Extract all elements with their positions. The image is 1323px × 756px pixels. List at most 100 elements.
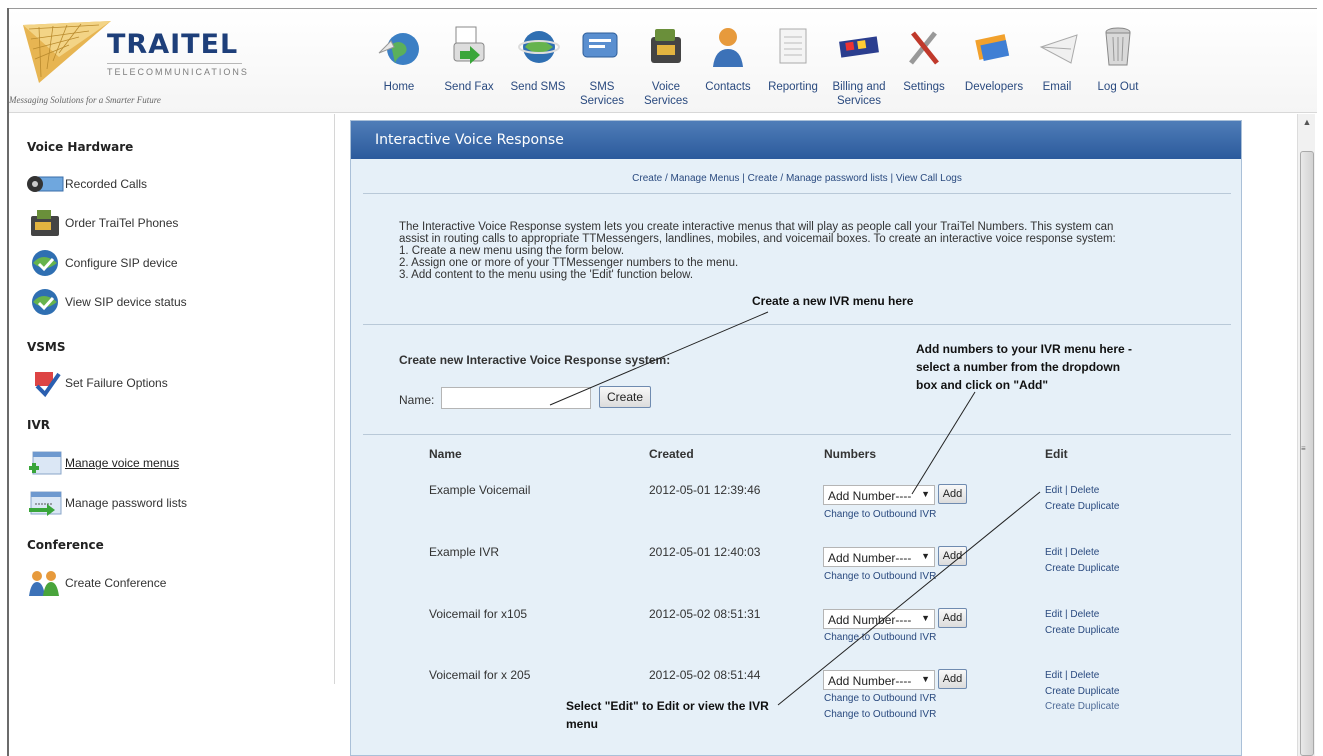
logo-name: TRAITEL [107,29,239,60]
tools-icon [909,31,939,65]
create-duplicate-link[interactable]: Create Duplicate [1045,501,1119,512]
link-create-manage-password-lists[interactable]: Create / Manage password lists [748,173,888,184]
app-header: TRAITEL TELECOMMUNICATIONS Messaging Sol… [9,9,1317,113]
edit-delete-links: Edit | Delete [1045,609,1100,620]
nav-reporting[interactable]: Reporting [765,23,821,94]
create-duplicate-link[interactable]: Create Duplicate [1045,625,1119,636]
edit-link[interactable]: Edit [1045,670,1062,681]
nav-billing[interactable]: Billing and Services [829,23,889,108]
vertical-scrollbar[interactable]: ▲ ≡ [1297,114,1315,756]
scroll-thumb[interactable] [1300,151,1314,756]
add-number-select[interactable]: Add Number---- ▼ [823,547,935,567]
add-number-select[interactable]: Add Number---- ▼ [823,670,935,690]
sidebar: Voice Hardware Recorded Calls Order Trai… [9,114,335,684]
globe-icon [378,33,419,65]
nav-send-sms[interactable]: Send SMS [507,23,569,94]
sidebar-item-order-phones[interactable]: Order TraiTel Phones [25,205,178,241]
edit-link[interactable]: Edit [1045,485,1062,496]
fax-icon [453,26,485,64]
row-created: 2012-05-02 08:51:44 [649,668,761,682]
edit-delete-links: Edit | Delete [1045,547,1100,558]
name-input[interactable] [441,387,591,409]
nav-home[interactable]: Home [377,23,421,94]
nav-sms-services[interactable]: SMS Services [577,23,627,108]
sidebar-item-manage-password-lists[interactable]: Manage password lists [25,485,187,521]
nav-send-fax[interactable]: Send Fax [437,23,501,94]
dropdown-arrow-icon: ▼ [921,613,930,623]
create-duplicate-link[interactable]: Create Duplicate [1045,563,1119,574]
sip-status-icon [32,289,58,315]
email-icon [1039,34,1078,64]
sidebar-item-configure-sip[interactable]: Configure SIP device [25,245,178,281]
developers-icon [975,34,1010,62]
nav-contacts[interactable]: Contacts [703,23,753,94]
row-name: Voicemail for x 205 [429,668,531,682]
logo-triangle-icon [23,21,111,83]
change-outbound-link[interactable]: Change to Outbound IVR [824,709,936,720]
traitel-logo[interactable]: TRAITEL TELECOMMUNICATIONS [19,17,249,97]
column-header-numbers: Numbers [824,447,877,461]
change-outbound-link[interactable]: Change to Outbound IVR [824,632,936,643]
annotation-create-menu: Create a new IVR menu here [752,294,914,308]
annotation-edit-menu: Select "Edit" to Edit or view the IVR me… [566,699,769,731]
delete-link[interactable]: Delete [1070,547,1099,558]
add-number-button[interactable]: Add [938,669,967,689]
change-outbound-link[interactable]: Change to Outbound IVR [824,693,936,704]
divider [363,434,1231,435]
password-list-icon [29,491,62,516]
scroll-up-arrow-icon[interactable]: ▲ [1298,114,1316,130]
change-outbound-link[interactable]: Change to Outbound IVR [824,571,936,582]
scroll-grip-icon: ≡ [1301,444,1306,453]
intro-text: The Interactive Voice Response system le… [399,221,1116,281]
link-create-manage-menus[interactable]: Create / Manage Menus [632,173,739,184]
sidebar-item-sip-status[interactable]: View SIP device status [25,284,187,320]
create-duplicate-link[interactable]: Create Duplicate [1045,686,1119,697]
phone-order-icon [31,210,59,236]
delete-link[interactable]: Delete [1070,609,1099,620]
sidebar-section-vsms: VSMS [27,340,66,354]
sms-services-icon [582,32,618,58]
recorded-calls-icon [27,176,64,192]
nav-settings[interactable]: Settings [899,23,949,94]
add-number-button[interactable]: Add [938,608,967,628]
nav-logout[interactable]: Log Out [1093,23,1143,94]
column-header-created: Created [649,447,694,461]
edit-delete-links: Edit | Delete [1045,670,1100,681]
row-name: Example Voicemail [429,483,531,497]
add-number-button[interactable]: Add [938,484,967,504]
conference-icon [29,571,59,596]
link-view-call-logs[interactable]: View Call Logs [896,173,962,184]
delete-link[interactable]: Delete [1070,670,1099,681]
nav-email[interactable]: Email [1037,23,1078,94]
logo-subtitle: TELECOMMUNICATIONS [107,67,249,77]
sidebar-item-manage-voice-menus[interactable]: Manage voice menus [25,445,179,481]
create-form-title: Create new Interactive Voice Response sy… [399,353,671,367]
add-number-button[interactable]: Add [938,546,967,566]
add-number-select[interactable]: Add Number---- ▼ [823,609,935,629]
panel-title: Interactive Voice Response [351,121,1241,159]
sidebar-item-failure-options[interactable]: Set Failure Options [25,365,168,401]
add-number-select[interactable]: Add Number---- ▼ [823,485,935,505]
change-outbound-link[interactable]: Change to Outbound IVR [824,509,936,520]
divider [363,193,1231,194]
edit-link[interactable]: Edit [1045,547,1062,558]
contacts-icon [713,28,743,67]
sidebar-item-create-conference[interactable]: Create Conference [25,565,166,601]
sip-config-icon [32,250,58,276]
nav-voice-services[interactable]: Voice Services [641,23,691,108]
sidebar-section-ivr: IVR [27,418,50,432]
sidebar-section-conference: Conference [27,538,104,552]
sidebar-item-recorded-calls[interactable]: Recorded Calls [25,166,147,202]
failure-options-icon [35,372,61,398]
create-button[interactable]: Create [599,386,651,408]
voice-services-icon [651,29,681,63]
edit-link[interactable]: Edit [1045,609,1062,620]
nav-developers[interactable]: Developers [963,23,1025,94]
billing-icon [839,36,879,58]
delete-link[interactable]: Delete [1070,485,1099,496]
logo-tagline: Messaging Solutions for a Smarter Future [9,95,161,105]
dropdown-arrow-icon: ▼ [921,551,930,561]
row-created: 2012-05-02 08:51:31 [649,607,761,621]
create-duplicate-link[interactable]: Create Duplicate [1045,701,1119,712]
logo-divider [107,63,242,64]
